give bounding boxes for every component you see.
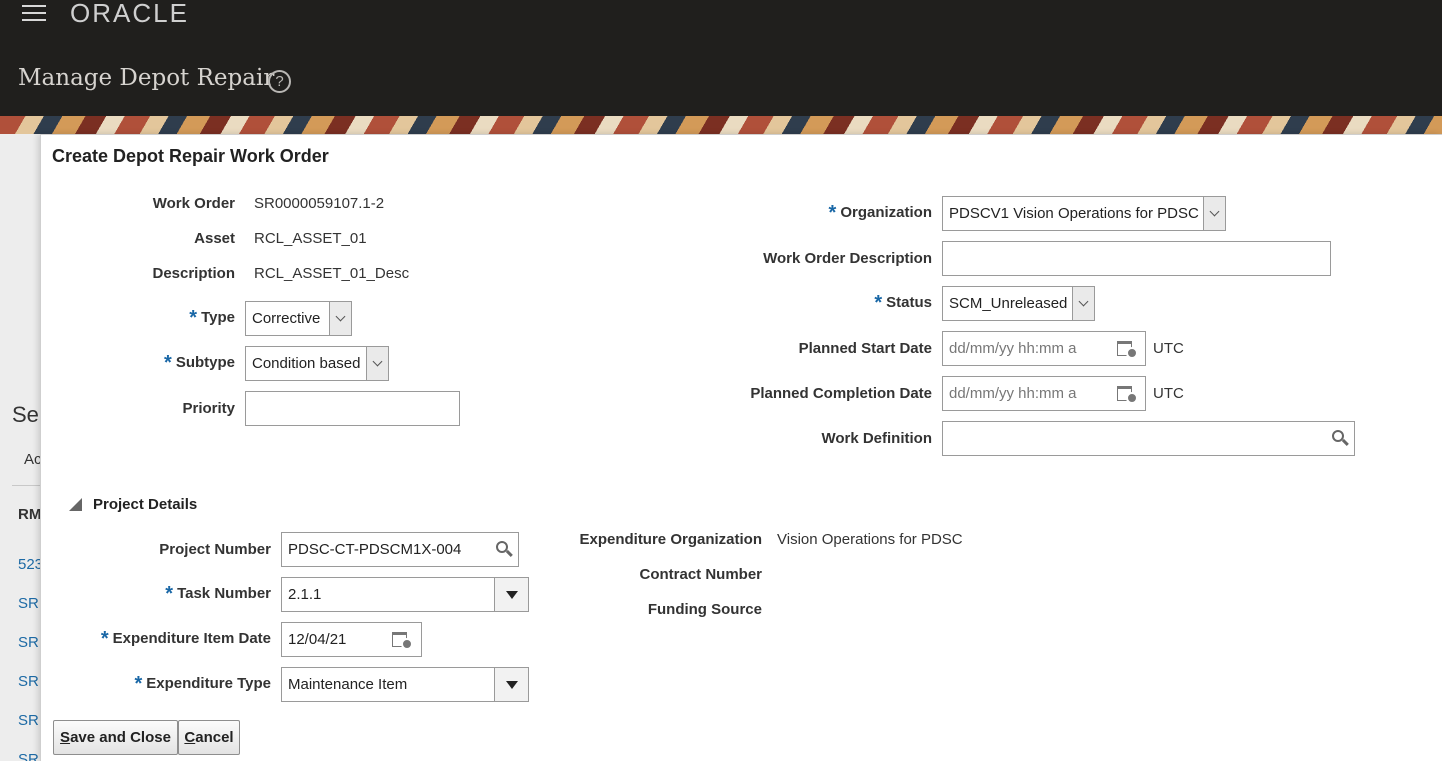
create-work-order-dialog: Create Depot Repair Work Order Work Orde… [40, 134, 1442, 761]
priority-input[interactable] [245, 391, 460, 426]
background-row-link[interactable]: SR [18, 751, 39, 761]
chevron-down-icon[interactable] [366, 347, 388, 380]
oracle-logo: ORACLE [70, 0, 189, 28]
required-marker: * [165, 583, 174, 605]
asset-value: RCL_ASSET_01 [254, 230, 367, 247]
type-select[interactable]: Corrective [245, 301, 352, 336]
search-icon[interactable] [495, 540, 513, 558]
wo-description-label: Work Order Description [763, 250, 932, 267]
required-marker: * [164, 352, 172, 374]
collapse-triangle-icon[interactable] [69, 498, 82, 511]
expenditure-item-date-label: * Expenditure Item Date [100, 628, 271, 650]
description-label: Description [152, 265, 235, 282]
help-icon[interactable]: ? [268, 70, 291, 93]
project-number-label: Project Number [159, 541, 271, 558]
chevron-down-icon[interactable] [1072, 287, 1094, 320]
calendar-icon[interactable] [1117, 339, 1139, 359]
task-number-combobox[interactable]: 2.1.1 [281, 577, 529, 612]
required-marker: * [100, 628, 109, 650]
required-marker: * [134, 673, 143, 695]
organization-select[interactable]: PDSCV1 Vision Operations for PDSC [942, 196, 1226, 231]
work-order-value: SR0000059107.1-2 [254, 195, 385, 212]
description-value: RCL_ASSET_01_Desc [254, 265, 410, 282]
project-number-input[interactable]: PDSC-CT-PDSCM1X-004 [281, 532, 519, 567]
planned-start-label: Planned Start Date [798, 340, 932, 357]
expenditure-type-label: * Expenditure Type [134, 673, 271, 695]
chevron-down-icon[interactable] [1203, 197, 1225, 230]
background-row-link[interactable]: SR [18, 634, 39, 651]
calendar-icon[interactable] [392, 630, 414, 650]
decorative-banner [0, 116, 1442, 134]
cancel-button[interactable]: Cancel [178, 720, 240, 755]
expenditure-org-value: Vision Operations for PDSC [777, 531, 963, 548]
background-row-link[interactable]: SR [18, 712, 39, 729]
dropdown-triangle-icon[interactable] [494, 578, 528, 611]
background-column-header: RM [18, 506, 42, 523]
asset-label: Asset [194, 230, 235, 247]
page-title: Manage Depot Repair [18, 65, 275, 91]
dialog-title: Create Depot Repair Work Order [52, 146, 329, 166]
required-marker: * [828, 202, 837, 224]
organization-label: * Organization [828, 202, 932, 224]
background-row-link[interactable]: SR [18, 595, 39, 612]
work-definition-label: Work Definition [821, 430, 932, 447]
timezone-label: UTC [1153, 385, 1184, 402]
expenditure-type-combobox[interactable]: Maintenance Item [281, 667, 529, 702]
type-label: * Type [189, 307, 235, 329]
menu-icon[interactable] [22, 5, 46, 23]
funding-source-label: Funding Source [647, 601, 762, 618]
background-row-link[interactable]: SR [18, 673, 39, 690]
subtype-select[interactable]: Condition based [245, 346, 389, 381]
background-divider [12, 485, 40, 486]
planned-start-input[interactable]: dd/mm/yy hh:mm a [942, 331, 1146, 366]
background-tab[interactable]: Ac [24, 451, 42, 468]
background-page [0, 134, 40, 761]
contract-number-label: Contract Number [639, 566, 762, 583]
chevron-down-icon[interactable] [329, 302, 351, 335]
priority-label: Priority [182, 400, 235, 417]
task-number-label: * Task Number [165, 583, 271, 605]
planned-completion-label: Planned Completion Date [750, 385, 932, 402]
timezone-label: UTC [1153, 340, 1184, 357]
subtype-label: * Subtype [164, 352, 235, 374]
dropdown-triangle-icon[interactable] [494, 668, 528, 701]
required-marker: * [189, 307, 198, 329]
save-and-close-button[interactable]: Save and Close [53, 720, 178, 755]
background-heading: Se [12, 402, 39, 427]
expenditure-org-label: Expenditure Organization [579, 531, 762, 548]
global-header: ORACLE Manage Depot Repair ? [0, 0, 1442, 116]
search-icon[interactable] [1331, 429, 1349, 447]
work-order-label: Work Order [152, 195, 235, 212]
status-select[interactable]: SCM_Unreleased [942, 286, 1095, 321]
status-label: * Status [874, 292, 932, 314]
calendar-icon[interactable] [1117, 384, 1139, 404]
work-definition-input[interactable] [942, 421, 1355, 456]
planned-completion-input[interactable]: dd/mm/yy hh:mm a [942, 376, 1146, 411]
wo-description-input[interactable] [942, 241, 1331, 276]
project-details-header[interactable]: Project Details [93, 496, 197, 513]
required-marker: * [874, 292, 883, 314]
